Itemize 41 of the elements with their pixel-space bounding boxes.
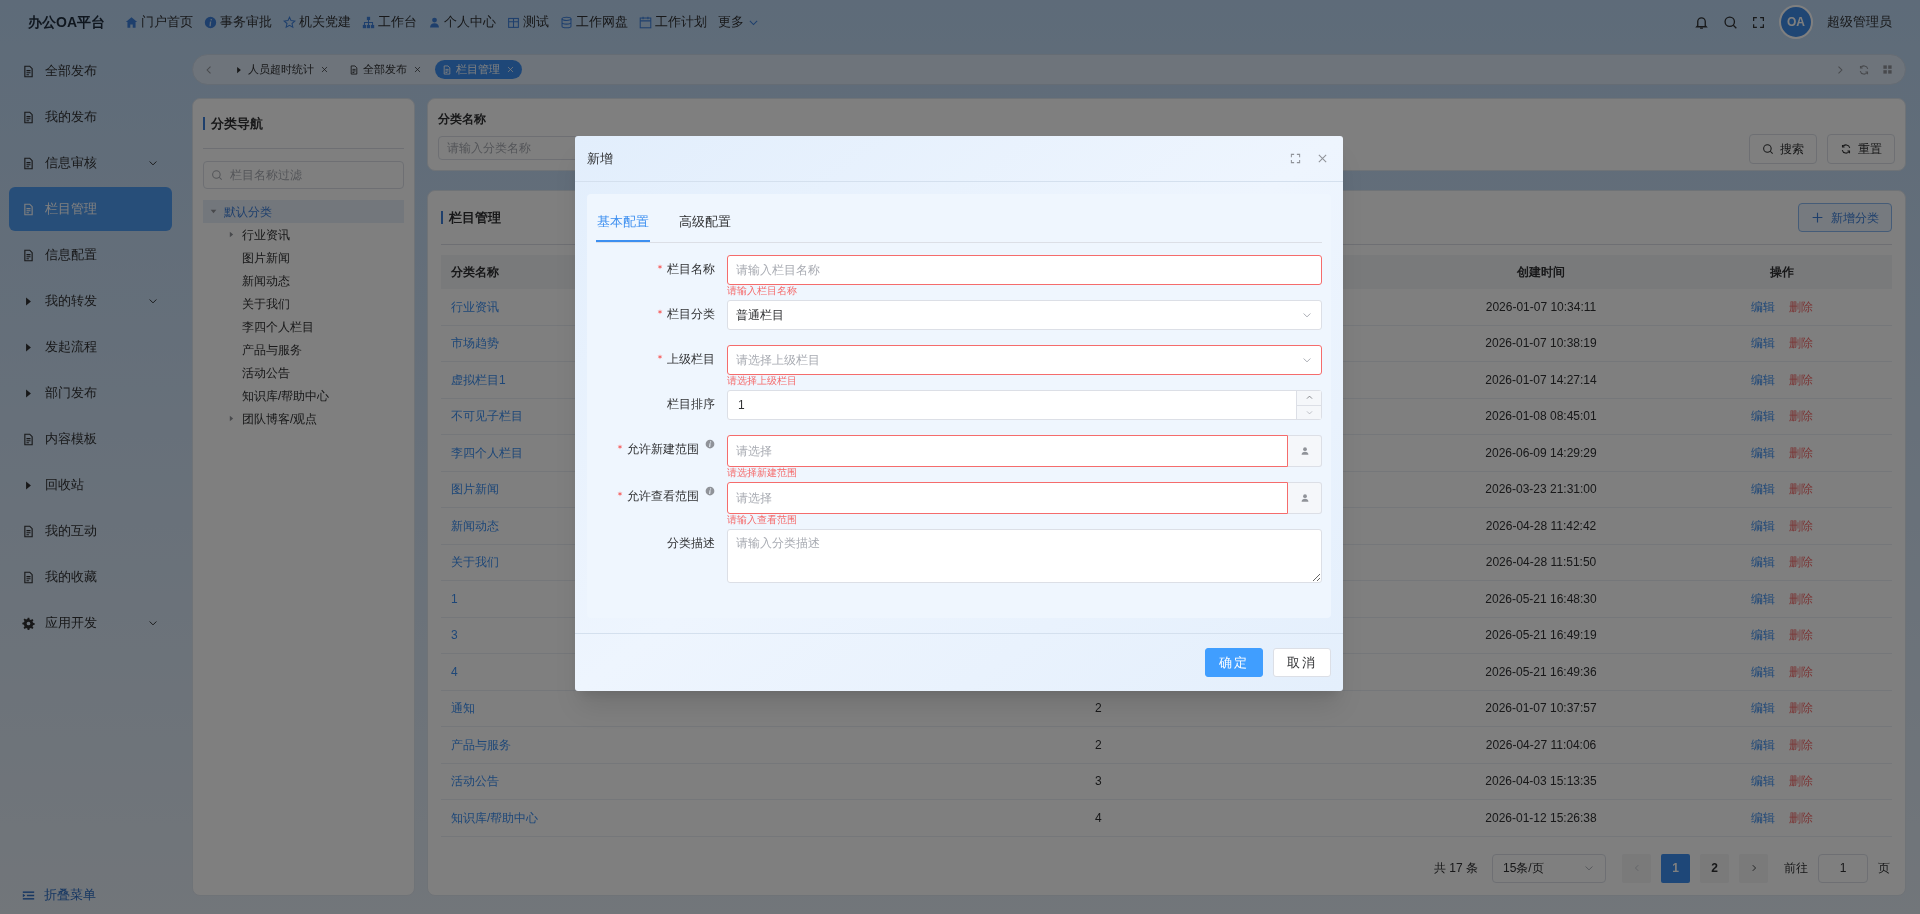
page-unit: 页 [1878,860,1890,877]
panel-title: 分类导航 [211,114,263,133]
table-cell-text: 2026-01-07 10:34:11 [1485,298,1597,316]
dialog-title: 新增 [587,149,613,168]
field-label: 允许查看范围 [627,488,699,504]
error-message: 请输入栏目名称 [727,285,797,298]
column-header: 分类名称 [451,264,499,281]
table-cell-text: 2026-04-27 11:04:06 [1485,736,1597,754]
field-label: 栏目分类 [667,306,715,322]
field-label: 分类描述 [667,535,715,551]
table-cell-text: 2026-01-07 10:37:57 [1485,700,1597,718]
panel-title: 栏目管理 [449,208,501,227]
table-cell-text: 4 [1095,809,1102,827]
total-count: 共 17 条 [1434,860,1478,877]
field-label: 栏目排序 [667,396,715,412]
table-cell-text: 2026-06-09 14:29:29 [1485,444,1597,462]
table-cell-text: 2026-01-12 15:26:38 [1485,809,1597,827]
field-label: 分类名称 [438,111,487,128]
table-cell-text: 2026-05-21 16:49:36 [1485,663,1597,681]
error-message: 请选择上级栏目 [727,375,797,388]
error-message: 请输入查看范围 [727,514,797,527]
table-cell-text: 2 [1095,736,1102,754]
field-label: 上级栏目 [667,351,715,367]
field-label: 允许新建范围 [627,441,699,457]
table-cell-text: 2026-01-07 10:38:19 [1485,335,1597,353]
table-cell-text: 2026-04-28 11:42:42 [1485,517,1597,535]
table-cell-text: 3 [1095,773,1102,791]
table-cell-text: 2026-04-28 11:51:50 [1485,554,1597,572]
table-cell-text: 2 [1095,700,1102,718]
goto-label: 前往 [1784,860,1808,877]
table-cell-text: 2026-05-21 16:48:30 [1485,590,1597,608]
table-cell-text: 2026-01-07 14:27:14 [1485,371,1597,389]
error-message: 请选择新建范围 [727,467,797,480]
table-cell-text: 2026-05-21 16:49:19 [1485,627,1597,645]
app-title: 办公OA平台 [28,12,105,32]
column-header: 操作 [1769,264,1794,281]
table-cell-text: 2026-03-23 21:31:00 [1485,481,1597,499]
column-header: 创建时间 [1517,264,1565,281]
table-cell-text: 2026-01-08 08:45:01 [1485,408,1597,426]
field-label: 栏目名称 [667,261,715,277]
table-cell-text: 2026-04-03 15:13:35 [1485,773,1597,791]
